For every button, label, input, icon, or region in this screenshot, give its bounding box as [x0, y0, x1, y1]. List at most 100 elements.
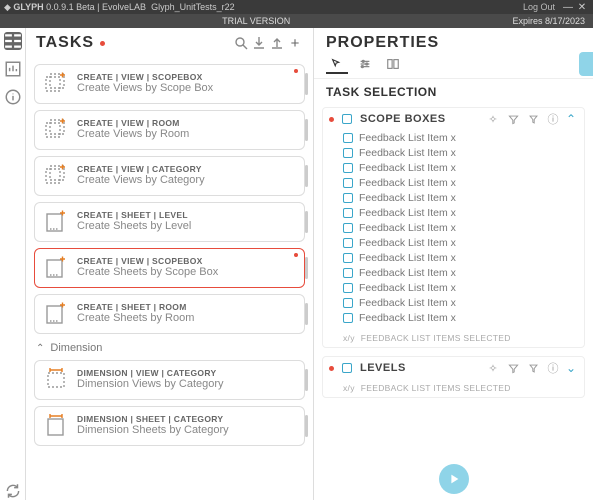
tasks-dirty-dot [100, 41, 105, 46]
list-item[interactable]: Feedback List Item x [343, 160, 580, 175]
rail-tasks-icon[interactable] [4, 32, 22, 50]
list-item[interactable]: Feedback List Item x [343, 175, 580, 190]
task-icon [43, 301, 69, 327]
tab-settings[interactable] [354, 56, 376, 74]
item-label: Feedback List Item x [359, 237, 456, 249]
drag-handle[interactable] [305, 415, 308, 438]
list-item[interactable]: Feedback List Item x [343, 220, 580, 235]
drawer-tab[interactable] [579, 52, 593, 76]
list-item[interactable]: Feedback List Item x [343, 265, 580, 280]
list-item[interactable]: Feedback List Item x [343, 205, 580, 220]
list-item[interactable]: Feedback List Item x [343, 250, 580, 265]
item-checkbox[interactable] [343, 238, 353, 248]
task-card[interactable]: DIMENSION | SHEET | CATEGORYDimension Sh… [34, 406, 305, 446]
item-checkbox[interactable] [343, 283, 353, 293]
wand-icon[interactable]: ✧ [486, 112, 500, 126]
item-label: Feedback List Item x [359, 162, 456, 174]
task-card[interactable]: CREATE | VIEW | CATEGORYCreate Views by … [34, 156, 305, 196]
item-checkbox[interactable] [343, 163, 353, 173]
drag-handle[interactable] [305, 303, 308, 326]
collapse-icon[interactable]: ⌃ [564, 112, 578, 126]
task-card[interactable]: CREATE | VIEW | SCOPEBOXCreate Views by … [34, 64, 305, 104]
task-desc: Create Sheets by Level [77, 220, 296, 234]
funnel-icon[interactable] [526, 112, 540, 126]
task-crumb: CREATE | VIEW | ROOM [77, 118, 296, 129]
task-card[interactable]: CREATE | VIEW | SCOPEBOXCreate Sheets by… [34, 248, 305, 288]
list-item[interactable]: Feedback List Item x [343, 145, 580, 160]
item-checkbox[interactable] [343, 133, 353, 143]
task-crumb: DIMENSION | VIEW | CATEGORY [77, 368, 296, 379]
selection-summary: x/yFEEDBACK LIST ITEMS SELECTED [323, 329, 584, 347]
drag-handle[interactable] [305, 119, 308, 142]
tab-selection[interactable] [326, 56, 348, 74]
task-crumb: CREATE | SHEET | ROOM [77, 302, 296, 313]
rail-chart-icon[interactable] [4, 60, 22, 78]
filter-icon[interactable] [506, 112, 520, 126]
item-label: Feedback List Item x [359, 312, 456, 324]
panel-scope-boxes: SCOPE BOXES ✧ ⓘ ⌃ Feedback List Item xFe… [322, 107, 585, 348]
run-button[interactable] [439, 464, 469, 494]
tab-layout[interactable] [382, 56, 404, 74]
item-checkbox[interactable] [343, 223, 353, 233]
group-header[interactable]: ⌃Dimension [36, 342, 303, 354]
close-button[interactable]: ✕ [575, 2, 589, 13]
trial-label: TRIAL VERSION [0, 16, 512, 26]
task-desc: Dimension Views by Category [77, 378, 296, 392]
info-icon[interactable]: ⓘ [546, 112, 560, 126]
task-card[interactable]: DIMENSION | VIEW | CATEGORYDimension Vie… [34, 360, 305, 400]
drag-handle[interactable] [305, 369, 308, 392]
list-item[interactable]: Feedback List Item x [343, 295, 580, 310]
task-desc: Create Sheets by Scope Box [77, 266, 296, 280]
rail-refresh-icon[interactable] [4, 482, 22, 500]
search-icon[interactable] [233, 35, 249, 51]
export-icon[interactable] [269, 35, 285, 51]
expires-label: Expires 8/17/2023 [512, 16, 593, 26]
drag-handle[interactable] [305, 257, 308, 280]
expand-icon[interactable]: ⌄ [564, 361, 578, 375]
task-crumb: CREATE | VIEW | SCOPEBOX [77, 72, 296, 83]
item-checkbox[interactable] [343, 253, 353, 263]
task-card[interactable]: CREATE | SHEET | LEVELCreate Sheets by L… [34, 202, 305, 242]
item-checkbox[interactable] [343, 313, 353, 323]
task-desc: Create Views by Room [77, 128, 296, 142]
task-card[interactable]: CREATE | SHEET | ROOMCreate Sheets by Ro… [34, 294, 305, 334]
list-item[interactable]: Feedback List Item x [343, 280, 580, 295]
item-label: Feedback List Item x [359, 207, 456, 219]
list-item[interactable]: Feedback List Item x [343, 235, 580, 250]
task-icon [43, 117, 69, 143]
item-label: Feedback List Item x [359, 297, 456, 309]
item-checkbox[interactable] [343, 298, 353, 308]
drag-handle[interactable] [305, 211, 308, 234]
item-checkbox[interactable] [343, 208, 353, 218]
list-item[interactable]: Feedback List Item x [343, 190, 580, 205]
item-label: Feedback List Item x [359, 282, 456, 294]
item-label: Feedback List Item x [359, 252, 456, 264]
list-item[interactable]: Feedback List Item x [343, 130, 580, 145]
item-checkbox[interactable] [343, 193, 353, 203]
panel-checkbox[interactable] [342, 114, 352, 124]
item-checkbox[interactable] [343, 178, 353, 188]
wand-icon[interactable]: ✧ [486, 361, 500, 375]
import-icon[interactable] [251, 35, 267, 51]
list-item[interactable]: Feedback List Item x [343, 310, 580, 325]
task-icon [43, 367, 69, 393]
drag-handle[interactable] [305, 73, 308, 96]
info-icon[interactable]: ⓘ [546, 361, 560, 375]
panel-title: LEVELS [360, 362, 406, 374]
task-icon [43, 209, 69, 235]
drag-handle[interactable] [305, 165, 308, 188]
panel-dirty-dot [329, 366, 334, 371]
logout-link[interactable]: Log Out [523, 2, 555, 12]
add-task-icon[interactable]: + [287, 35, 303, 51]
filter-icon[interactable] [506, 361, 520, 375]
task-crumb: CREATE | SHEET | LEVEL [77, 210, 296, 221]
funnel-icon[interactable] [526, 361, 540, 375]
selection-summary: x/yFEEDBACK LIST ITEMS SELECTED [323, 379, 584, 397]
item-checkbox[interactable] [343, 148, 353, 158]
item-checkbox[interactable] [343, 268, 353, 278]
minimize-button[interactable]: — [561, 2, 575, 13]
task-card[interactable]: CREATE | VIEW | ROOMCreate Views by Room [34, 110, 305, 150]
item-label: Feedback List Item x [359, 222, 456, 234]
panel-checkbox[interactable] [342, 363, 352, 373]
rail-info-icon[interactable] [4, 88, 22, 106]
